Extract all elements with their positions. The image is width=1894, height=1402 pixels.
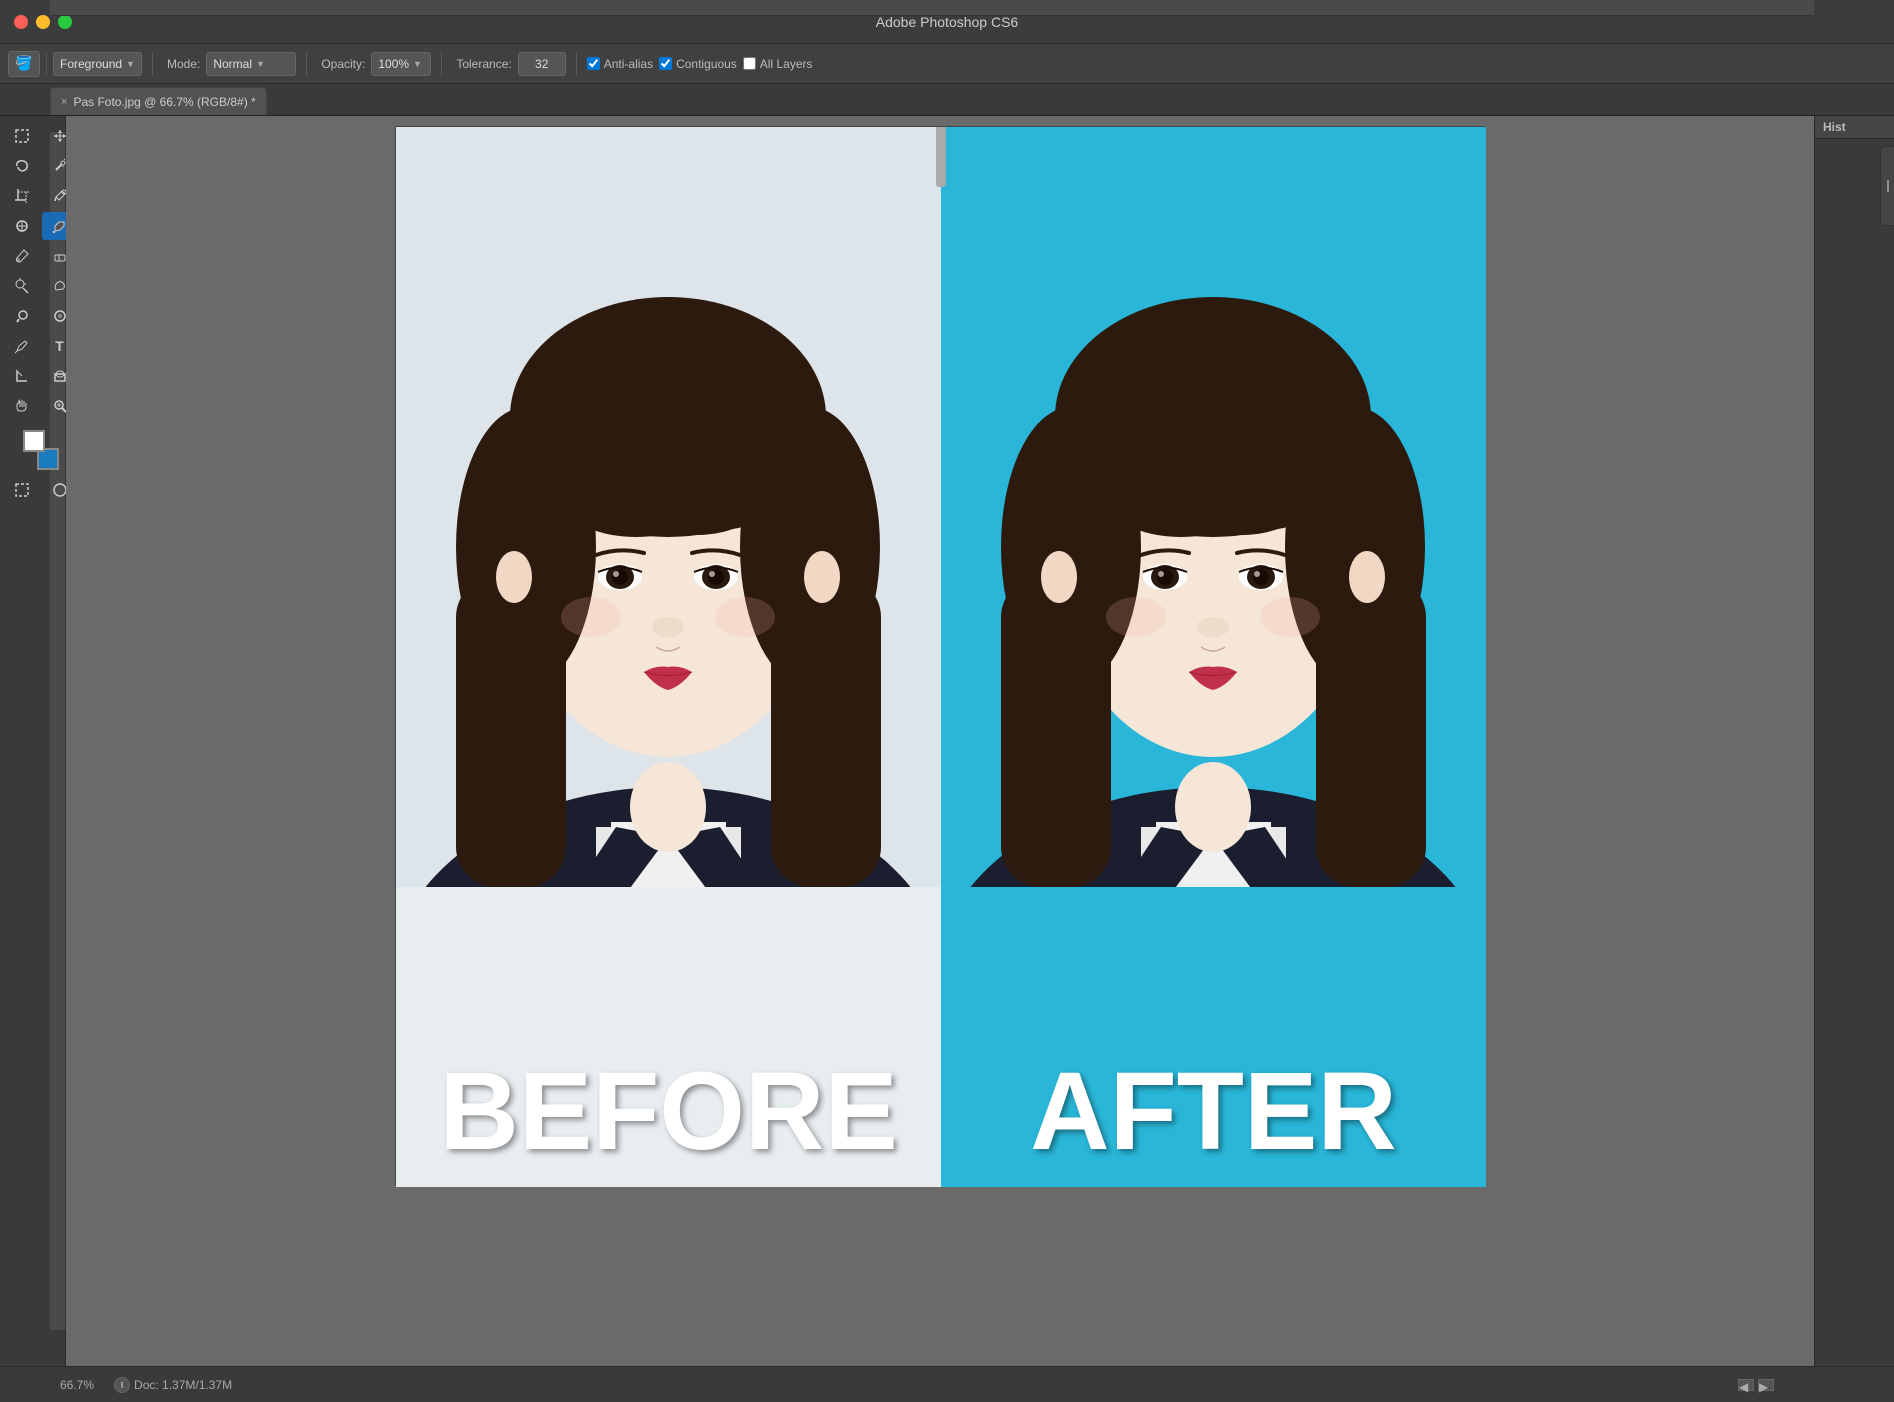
canvas-area[interactable]: BEFORE xyxy=(66,116,1814,1366)
ruler-horizontal xyxy=(50,0,1814,16)
mode-arrow: ▼ xyxy=(256,59,265,69)
anti-alias-label: Anti-alias xyxy=(604,57,653,71)
status-nav-prev[interactable]: ◀ xyxy=(1738,1379,1754,1391)
after-panel: AFTER xyxy=(941,127,1486,1187)
clone-stamp-tool[interactable] xyxy=(4,272,40,300)
hand-tool[interactable] xyxy=(4,392,40,420)
maximize-button[interactable] xyxy=(58,15,72,29)
path-selection-tool[interactable] xyxy=(4,362,40,390)
all-layers-checkbox[interactable] xyxy=(743,57,756,70)
tolerance-label: Tolerance: xyxy=(456,57,511,71)
fill-type-arrow: ▼ xyxy=(126,59,135,69)
foreground-color-swatch[interactable] xyxy=(23,430,45,452)
fill-type-value: Foreground xyxy=(60,57,122,71)
contiguous-checkbox[interactable] xyxy=(659,57,672,70)
contiguous-group[interactable]: Contiguous xyxy=(659,57,737,71)
dodge-tool[interactable] xyxy=(4,302,40,330)
before-label: BEFORE xyxy=(396,1057,941,1167)
tolerance-input[interactable] xyxy=(518,52,566,76)
all-layers-label: All Layers xyxy=(760,57,813,71)
panel-collapse-handle[interactable] xyxy=(1880,146,1894,226)
opacity-label: Opacity: xyxy=(321,57,365,71)
contiguous-label: Contiguous xyxy=(676,57,737,71)
after-portrait xyxy=(941,127,1486,887)
minimize-button[interactable] xyxy=(36,15,50,29)
mode-value: Normal xyxy=(213,57,252,71)
mode-label: Mode: xyxy=(167,57,200,71)
opacity-arrow: ▼ xyxy=(413,59,422,69)
paint-bucket-tool-btn[interactable]: 🪣 xyxy=(8,51,40,77)
mode-dropdown[interactable]: Normal ▼ xyxy=(206,52,296,76)
options-toolbar: 🪣 Foreground ▼ Mode: Normal ▼ Opacity: 1… xyxy=(0,44,1894,84)
anti-alias-checkbox[interactable] xyxy=(587,57,600,70)
right-panel: Hist xyxy=(1814,116,1894,1366)
document-tab[interactable]: × Pas Foto.jpg @ 66.7% (RGB/8#) * xyxy=(50,87,267,115)
status-nav-next[interactable]: ▶ xyxy=(1758,1379,1774,1391)
standard-mode[interactable] xyxy=(4,476,40,504)
doc-info: Doc: 1.37M/1.37M xyxy=(134,1378,232,1392)
color-swatches[interactable] xyxy=(19,430,63,470)
pen-tool[interactable] xyxy=(4,332,40,360)
history-title: Hist xyxy=(1823,120,1846,134)
window-controls[interactable] xyxy=(14,15,72,29)
before-portrait xyxy=(396,127,941,887)
status-bar: 66.7% Doc: 1.37M/1.37M ◀ ▶ xyxy=(0,1366,1894,1402)
anti-alias-group[interactable]: Anti-alias xyxy=(587,57,653,71)
history-panel-header: Hist xyxy=(1815,116,1894,139)
close-button[interactable] xyxy=(14,15,28,29)
document-canvas: BEFORE xyxy=(395,126,1485,1186)
brush-tool[interactable] xyxy=(4,242,40,270)
fill-type-dropdown[interactable]: Foreground ▼ xyxy=(53,52,142,76)
split-divider-handle[interactable] xyxy=(936,127,946,187)
lasso-tool[interactable] xyxy=(4,152,40,180)
before-panel: BEFORE xyxy=(396,127,941,1187)
zoom-level: 66.7% xyxy=(60,1378,94,1392)
tab-title: Pas Foto.jpg @ 66.7% (RGB/8#) * xyxy=(73,95,255,109)
tab-close-icon[interactable]: × xyxy=(61,96,67,108)
all-layers-group[interactable]: All Layers xyxy=(743,57,813,71)
status-info-button[interactable] xyxy=(114,1377,130,1393)
patch-tool[interactable] xyxy=(4,212,40,240)
tab-bar: × Pas Foto.jpg @ 66.7% (RGB/8#) * xyxy=(0,84,1894,116)
marquee-rect-tool[interactable] xyxy=(4,122,40,150)
opacity-value: 100% xyxy=(378,57,409,71)
crop-tool[interactable] xyxy=(4,182,40,210)
after-label: AFTER xyxy=(941,1057,1486,1167)
opacity-dropdown[interactable]: 100% ▼ xyxy=(371,52,431,76)
